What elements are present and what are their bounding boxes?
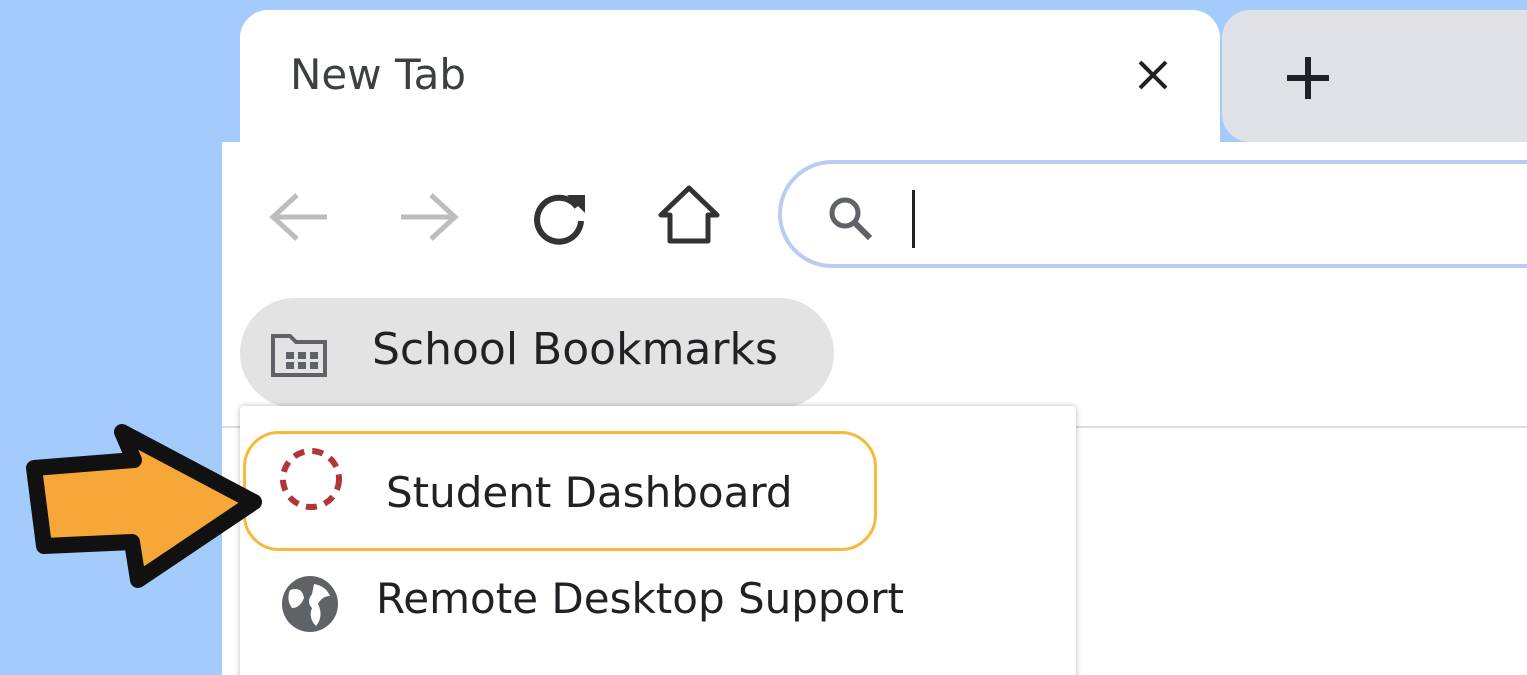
home-icon — [658, 185, 720, 244]
forward-button[interactable] — [394, 182, 464, 252]
bookmark-item-label: Student Dashboard — [386, 468, 793, 517]
plus-icon — [1287, 57, 1329, 99]
dashed-circle-icon — [280, 448, 342, 510]
bookmark-item-label: Remote Desktop Support — [376, 574, 904, 623]
bookmark-folder-school-bookmarks[interactable]: School Bookmarks — [240, 298, 834, 408]
reload-button[interactable] — [524, 182, 594, 252]
browser-window: New Tab School Bookmarks Student Dashboa… — [222, 0, 1527, 675]
folder-icon — [271, 334, 327, 377]
text-cursor — [912, 190, 915, 248]
tab-close-button[interactable] — [1128, 50, 1178, 100]
tab-strip: New Tab — [222, 0, 1527, 142]
globe-icon — [282, 576, 338, 632]
pointer-arrow-icon — [26, 424, 262, 588]
forward-arrow-icon — [401, 193, 459, 241]
address-input[interactable] — [908, 188, 1508, 240]
bookmark-item-remote-desktop-support[interactable]: Remote Desktop Support — [240, 546, 1076, 656]
new-tab-button[interactable] — [1280, 50, 1336, 106]
bookmark-item-student-dashboard[interactable]: Student Dashboard — [240, 436, 1076, 546]
search-icon — [829, 197, 873, 241]
close-icon — [1138, 60, 1168, 90]
reload-icon — [534, 194, 585, 245]
tab-new-tab[interactable]: New Tab — [240, 10, 1220, 142]
tab-title: New Tab — [290, 50, 467, 99]
bookmark-folder-label: School Bookmarks — [372, 324, 778, 375]
address-bar[interactable] — [778, 160, 1527, 268]
back-arrow-icon — [269, 193, 327, 241]
bookmark-folder-dropdown: Student Dashboard Remote Desktop Support — [240, 406, 1076, 675]
toolbar — [222, 142, 1527, 292]
back-button[interactable] — [264, 182, 334, 252]
home-button[interactable] — [654, 180, 724, 250]
tab-strip-empty-area — [1222, 10, 1527, 142]
